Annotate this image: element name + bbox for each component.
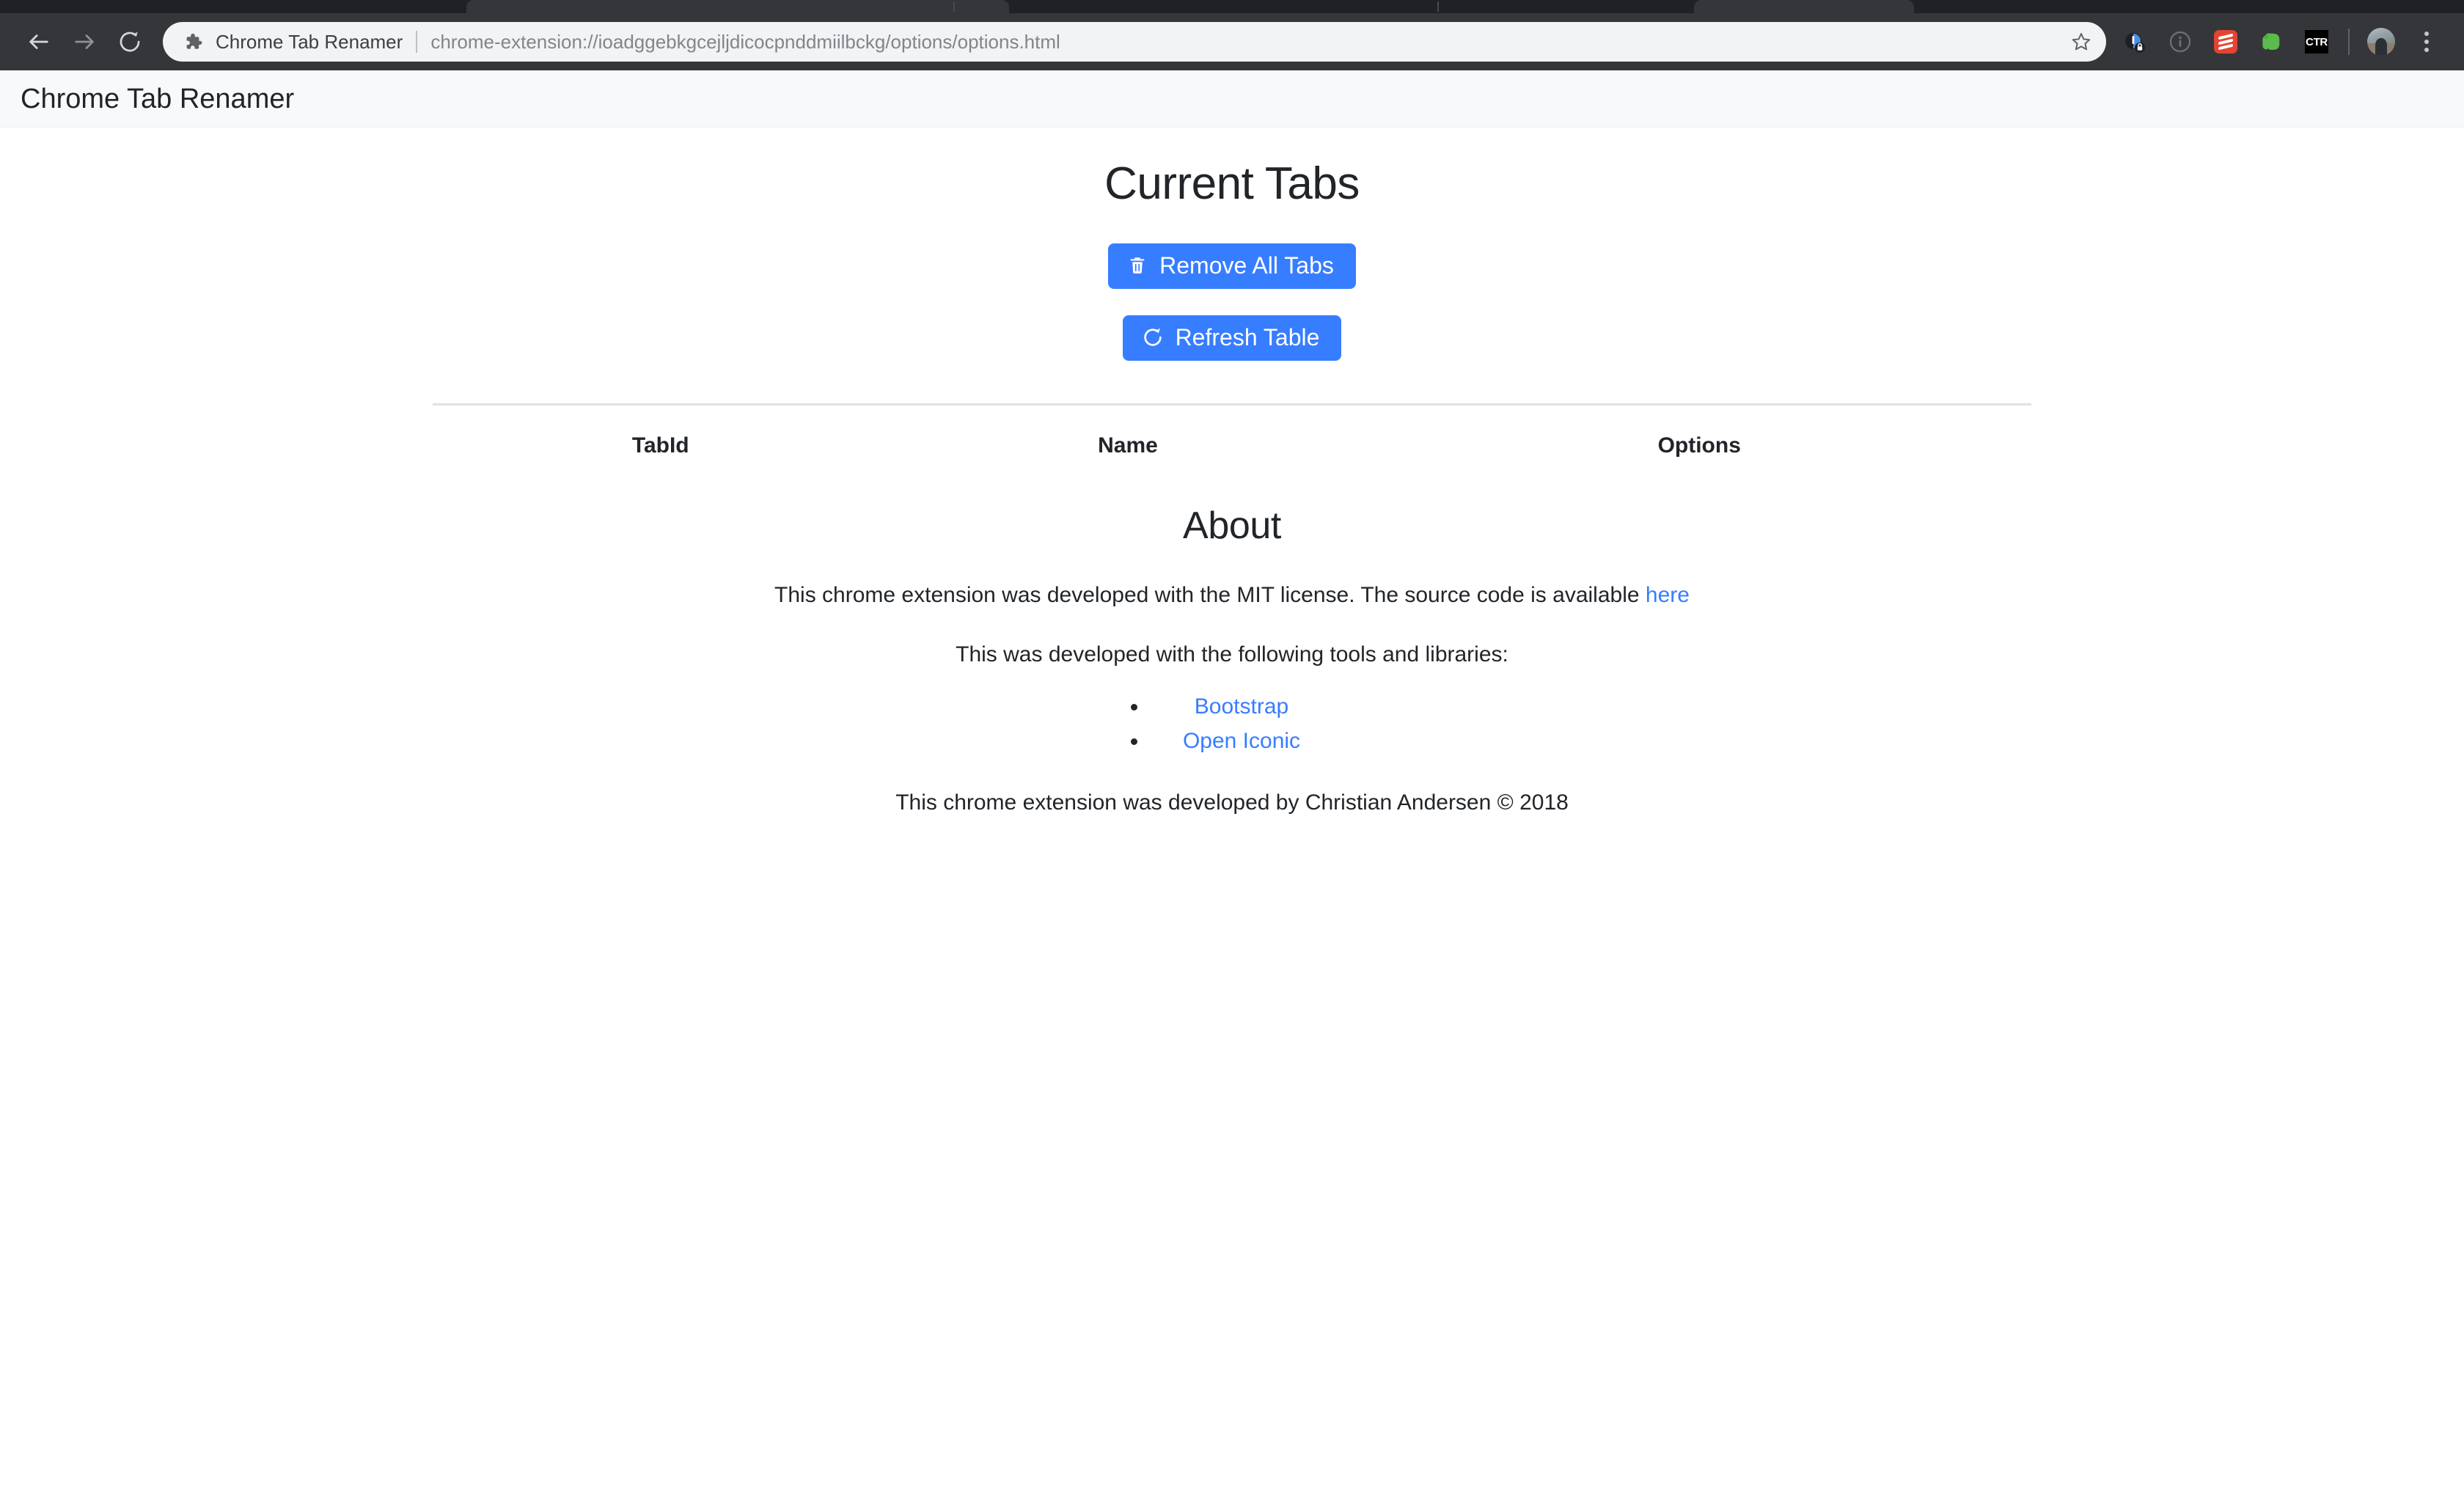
omnibox-divider	[416, 31, 418, 53]
reload-button[interactable]	[107, 19, 153, 65]
navbar-brand[interactable]: Chrome Tab Renamer	[21, 85, 294, 113]
toolbar-divider	[2348, 29, 2350, 55]
browser-toolbar: Chrome Tab Renamer chrome-extension://io…	[0, 13, 2464, 70]
chrome-menu-button[interactable]	[2405, 21, 2448, 63]
star-icon[interactable]	[2064, 24, 2099, 59]
refresh-button-row: Refresh Table	[433, 315, 2031, 361]
omnibox-url-text[interactable]: chrome-extension://ioadggebkgcejljdicocp…	[430, 31, 2058, 54]
todoist-glyph	[2214, 30, 2237, 54]
tab-strip	[0, 0, 2464, 13]
puzzle-piece-glyph	[186, 33, 202, 49]
reload-icon	[1143, 328, 1162, 347]
omnibox-site-title: Chrome Tab Renamer	[216, 30, 403, 53]
remove-all-tabs-label: Remove All Tabs	[1159, 252, 1334, 279]
main-container: Current Tabs Remove All Tabs Refresh Tab…	[433, 157, 2031, 819]
tools-list: Bootstrap Open Iconic	[1129, 690, 1335, 758]
page-content: Chrome Tab Renamer Current Tabs Remove A…	[0, 70, 2464, 820]
page-title: Current Tabs	[1104, 158, 1360, 209]
list-item: Open Iconic	[1148, 724, 1335, 759]
column-header-options: Options	[1367, 403, 2031, 472]
column-header-tabid: TabId	[433, 403, 889, 472]
info-circle-extension-icon[interactable]	[2159, 21, 2201, 63]
browser-tab-active[interactable]	[466, 0, 1009, 13]
about-license-paragraph: This chrome extension was developed with…	[433, 579, 2031, 612]
refresh-table-button[interactable]: Refresh Table	[1122, 315, 1342, 361]
about-license-text: This chrome extension was developed with…	[774, 583, 1646, 608]
refresh-table-label: Refresh Table	[1175, 324, 1320, 351]
list-item: Bootstrap	[1148, 690, 1335, 724]
todoist-bar	[2218, 43, 2233, 51]
forward-arrow-icon	[75, 34, 94, 49]
tabs-table: TabId Name Options	[433, 403, 2031, 472]
about-tools-intro: This was developed with the following to…	[956, 642, 1508, 667]
remove-all-button-row: Remove All Tabs	[433, 243, 2031, 290]
about-credit: This chrome extension was developed by C…	[895, 790, 1569, 815]
info-circle-glyph	[2169, 31, 2191, 53]
tool-link[interactable]: Open Iconic	[1183, 729, 1300, 753]
column-header-name: Name	[888, 403, 1368, 472]
back-button[interactable]	[16, 19, 62, 65]
star-glyph	[2072, 33, 2091, 51]
about-heading: About	[1183, 504, 1281, 548]
remove-all-tabs-button[interactable]: Remove All Tabs	[1108, 243, 1356, 290]
ctr-extension-icon[interactable]: CTR	[2295, 21, 2338, 63]
browser-chrome: Chrome Tab Renamer chrome-extension://io…	[0, 0, 2464, 70]
tab-separator	[1437, 1, 1439, 12]
ctr-badge: CTR	[2305, 30, 2328, 54]
dot	[2424, 32, 2429, 36]
browser-tab[interactable]	[1694, 0, 1914, 13]
three-dots-icon	[2424, 32, 2429, 52]
trash-icon	[1130, 257, 1145, 274]
privacy-lock-glyph	[2125, 33, 2145, 53]
reload-icon	[120, 32, 140, 52]
address-bar[interactable]: Chrome Tab Renamer chrome-extension://io…	[163, 22, 2106, 62]
puzzle-piece-icon	[180, 29, 205, 54]
todoist-extension-icon[interactable]	[2204, 21, 2247, 63]
evernote-extension-icon[interactable]	[2250, 21, 2292, 63]
extension-toolbar: CTR	[2113, 21, 2448, 63]
table-header-row: TabId Name Options	[433, 403, 2031, 472]
site-navbar: Chrome Tab Renamer	[0, 70, 2464, 128]
dot	[2424, 40, 2429, 44]
evernote-elephant-glyph	[2262, 33, 2280, 50]
tabs-table-head: TabId Name Options	[433, 403, 2031, 472]
back-arrow-icon	[29, 34, 48, 49]
privacy-lock-extension-icon[interactable]	[2113, 21, 2156, 63]
tool-link[interactable]: Bootstrap	[1195, 694, 1288, 719]
forward-button[interactable]	[62, 19, 107, 65]
profile-avatar-image	[2367, 28, 2395, 56]
tab-separator	[953, 1, 955, 12]
dot	[2424, 48, 2429, 52]
avatar[interactable]	[2360, 21, 2402, 63]
source-code-link[interactable]: here	[1646, 583, 1690, 607]
